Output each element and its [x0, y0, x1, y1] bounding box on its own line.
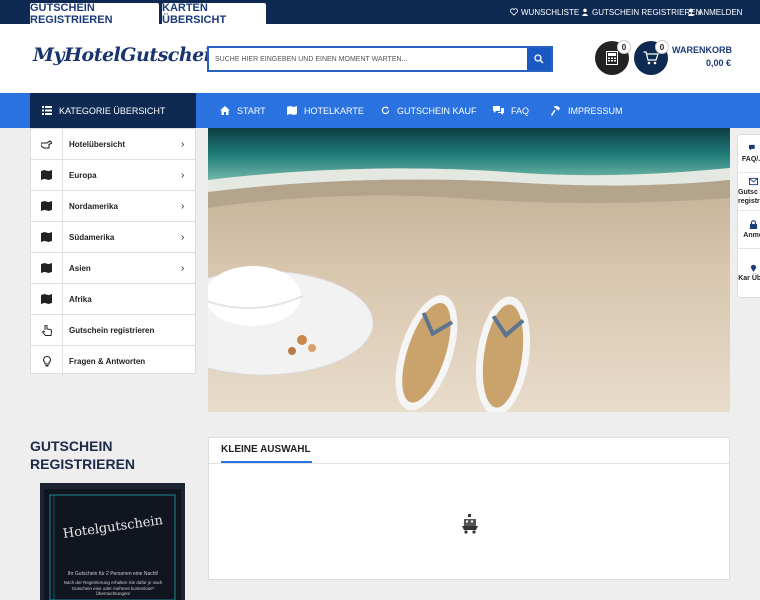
chat-icon: [493, 106, 504, 115]
user-icon: [687, 8, 695, 16]
category-item-hoteluebersicht[interactable]: Hotelübersicht ›: [31, 129, 195, 160]
register-voucher-link[interactable]: GUTSCHEIN REGISTRIEREN: [581, 0, 701, 24]
site-header: MyHotelGutschein 0 0 WARENKORB 0,00 €: [0, 24, 760, 93]
shopping-cart-icon: [643, 51, 659, 65]
login-link[interactable]: ANMELDEN: [687, 0, 742, 24]
map-icon: [41, 170, 52, 180]
category-item-asien[interactable]: Asien ›: [31, 253, 195, 284]
nav-hotelkarte-label: HOTELKARTE: [304, 105, 364, 116]
category-item-suedamerika[interactable]: Südamerika ›: [31, 222, 195, 253]
quick-links-panel: FAQ/... Gutsc registr Anme Kar Über: [737, 134, 760, 298]
nav-faq-label: FAQ: [511, 105, 530, 116]
category-label: Afrika: [69, 294, 92, 304]
wishlist-link[interactable]: WUNSCHLISTE: [510, 0, 579, 24]
quick-link-label: Gutsc registr: [738, 189, 760, 205]
pointing-hand-icon: [41, 139, 52, 149]
calculator-icon: [606, 51, 618, 65]
search-icon: [534, 54, 544, 64]
category-item-gutschein-registrieren[interactable]: Gutschein registrieren: [31, 315, 195, 346]
quick-link-label: Anme: [743, 231, 760, 239]
map-marker-icon: [750, 264, 756, 272]
voucher-card-line2: Nach der Registrierung erhalten Sie dafü…: [63, 580, 163, 596]
chevron-right-icon: ›: [181, 169, 185, 181]
small-selection-header: KLEINE AUSWAHL: [209, 438, 729, 464]
envelope-icon: [748, 177, 758, 186]
nav-gutschein-kauf-label: GUTSCHEIN KAUF: [397, 105, 477, 116]
category-label: Hotelübersicht: [69, 139, 126, 149]
map-icon: [41, 294, 52, 304]
category-item-europa[interactable]: Europa ›: [31, 160, 195, 191]
voucher-card-image[interactable]: Hotelgutschein Ihr Gutschein für 2 Perso…: [40, 483, 185, 600]
search-button[interactable]: [527, 48, 551, 70]
tab-gutschein-registrieren[interactable]: GUTSCHEIN REGISTRIEREN: [30, 2, 159, 26]
search-input[interactable]: [209, 48, 529, 70]
quick-link-faq[interactable]: FAQ/...: [738, 135, 760, 173]
chat-icon: [748, 144, 755, 151]
hand-pointer-icon: [41, 324, 52, 336]
register-voucher-label: GUTSCHEIN REGISTRIEREN: [592, 7, 702, 17]
map-icon: [41, 263, 52, 273]
category-item-afrika[interactable]: Afrika: [31, 284, 195, 315]
category-label: Fragen & Antworten: [69, 357, 146, 366]
nav-impressum-label: IMPRESSUM: [568, 105, 623, 116]
lock-icon: [749, 219, 757, 229]
login-label: ANMELDEN: [698, 7, 743, 17]
map-icon: [41, 232, 52, 242]
category-label: Europa: [69, 170, 97, 180]
chevron-right-icon: ›: [181, 200, 185, 212]
small-selection-title: KLEINE AUSWAHL: [221, 438, 312, 463]
nav-start[interactable]: START: [220, 93, 266, 128]
category-item-nordamerika[interactable]: Nordamerika ›: [31, 191, 195, 222]
hero-banner: [208, 128, 730, 412]
voucher-section-title: GUTSCHEIN REGISTRIEREN: [30, 438, 136, 472]
refresh-icon: [381, 106, 390, 115]
chevron-right-icon: ›: [181, 231, 185, 243]
nav-start-label: START: [237, 105, 266, 116]
lightbulb-icon: [42, 356, 51, 367]
chevron-right-icon: ›: [181, 138, 185, 150]
list-icon: [42, 106, 52, 115]
nav-impressum[interactable]: IMPRESSUM: [551, 93, 623, 128]
quick-link-label: Kar Über: [738, 275, 760, 282]
home-icon: [220, 106, 230, 115]
heart-icon: [510, 8, 518, 16]
loading-cart-icon: [461, 514, 479, 539]
cart-count-badge: 0: [655, 40, 669, 54]
category-label: Asien: [69, 263, 91, 273]
small-selection-panel: KLEINE AUSWAHL: [208, 437, 730, 580]
voucher-card-graphic: Hotelgutschein Ihr Gutschein für 2 Perso…: [40, 483, 185, 600]
search-box: [207, 46, 553, 72]
top-bar: GUTSCHEIN REGISTRIEREN KARTEN ÜBERSICHT …: [0, 0, 760, 26]
category-item-faq[interactable]: Fragen & Antworten: [31, 346, 195, 377]
beach-hero-image: [208, 128, 730, 412]
quick-link-register[interactable]: Gutsc registr: [738, 173, 760, 211]
map-icon: [287, 106, 297, 115]
nav-hotelkarte[interactable]: HOTELKARTE: [287, 93, 364, 128]
category-label: Gutschein registrieren: [69, 325, 155, 335]
gavel-icon: [551, 105, 561, 116]
wishlist-label: WUNSCHLISTE: [521, 7, 580, 17]
quick-link-karten[interactable]: Kar Über: [738, 249, 760, 297]
site-logo[interactable]: MyHotelGutschein: [33, 44, 224, 66]
main-nav: KATEGORIE ÜBERSICHT START HOTELKARTE GUT…: [0, 93, 760, 128]
cart-label[interactable]: WARENKORB: [672, 45, 732, 55]
chevron-right-icon: ›: [181, 262, 185, 274]
user-icon: [581, 8, 589, 16]
category-label: Südamerika: [69, 232, 115, 242]
cart-amount: 0,00 €: [705, 58, 731, 68]
tab-karten-uebersicht[interactable]: KARTEN ÜBERSICHT: [162, 2, 266, 26]
quick-link-label: FAQ/...: [741, 155, 760, 163]
category-overview-button[interactable]: KATEGORIE ÜBERSICHT: [30, 93, 196, 128]
category-label: Nordamerika: [69, 201, 118, 211]
quick-link-login[interactable]: Anme: [738, 211, 760, 249]
voucher-card-line1: Ihr Gutschein für 2 Personen eine Nacht!: [68, 571, 159, 577]
nav-gutschein-kauf[interactable]: GUTSCHEIN KAUF: [381, 93, 477, 128]
map-icon: [41, 201, 52, 211]
category-list: Hotelübersicht › Europa › Nordamerika › …: [30, 128, 196, 377]
category-overview-label: KATEGORIE ÜBERSICHT: [59, 105, 166, 116]
nav-faq[interactable]: FAQ: [493, 93, 529, 128]
compare-count-badge: 0: [617, 40, 631, 54]
